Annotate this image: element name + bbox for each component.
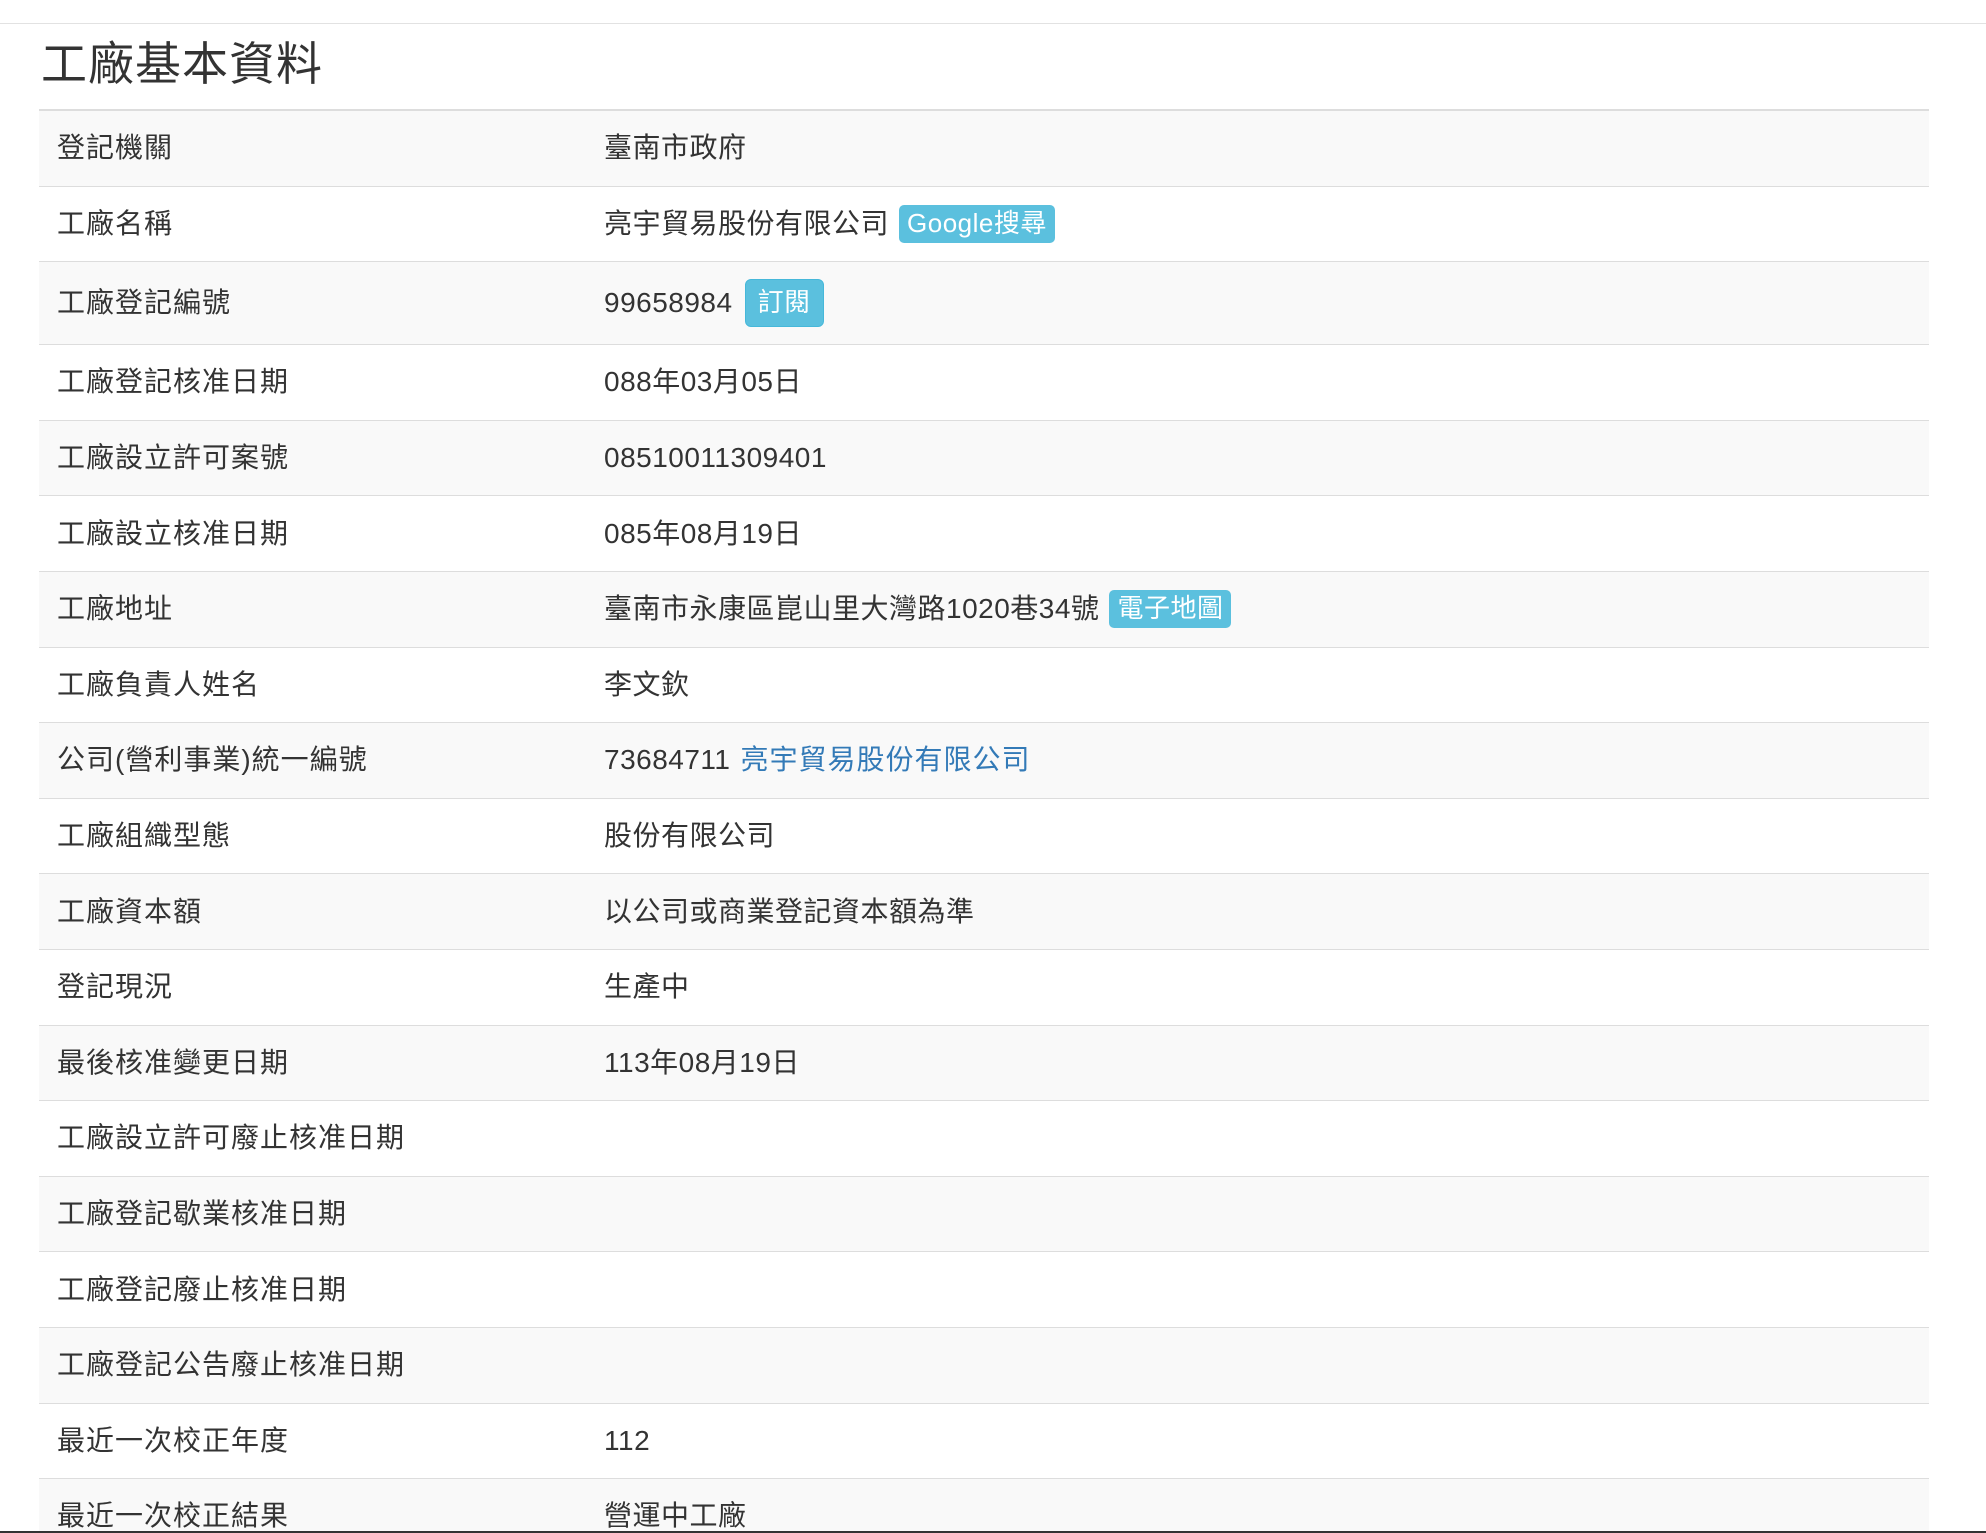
table-row: 最近一次校正結果 營運中工廠: [39, 1479, 1929, 1533]
table-row: 最後核准變更日期 113年08月19日: [39, 1025, 1929, 1102]
last-calibration-result: 營運中工廠: [604, 1500, 747, 1532]
table-row: 工廠負責人姓名 李文欽: [39, 648, 1929, 724]
row-value: 股份有限公司: [567, 819, 1929, 853]
row-label: 工廠設立許可廢止核准日期: [57, 1122, 406, 1154]
row-value: 李文欽: [567, 668, 1929, 702]
table-row: 工廠登記公告廢止核准日期: [39, 1327, 1929, 1404]
row-value: 08510011309401: [567, 441, 1929, 475]
table-row: 工廠名稱 亮宇貿易股份有限公司 Google搜尋: [39, 187, 1929, 263]
subscribe-button[interactable]: 訂閱: [744, 279, 824, 328]
row-value: 臺南市永康區崑山里大灣路1020巷34號 電子地圖: [567, 590, 1929, 629]
business-id-number: 73684711: [604, 744, 731, 776]
row-label: 最後核准變更日期: [57, 1046, 290, 1078]
row-label: 工廠設立核准日期: [57, 517, 290, 549]
capital-amount: 以公司或商業登記資本額為準: [604, 895, 975, 927]
organization-type: 股份有限公司: [604, 820, 776, 852]
table-row: 工廠資本額 以公司或商業登記資本額為準: [39, 874, 1929, 950]
top-divider: [0, 23, 1986, 24]
responsible-person: 李文欽: [604, 668, 690, 700]
registration-authority: 臺南市政府: [604, 132, 747, 164]
row-value: 112: [567, 1424, 1929, 1458]
factory-address: 臺南市永康區崑山里大灣路1020巷34號: [604, 593, 1100, 625]
row-label: 工廠名稱: [57, 207, 174, 239]
company-link[interactable]: 亮宇貿易股份有限公司: [741, 743, 1031, 777]
google-search-badge[interactable]: Google搜尋: [899, 204, 1055, 243]
table-row: 工廠登記編號 99658984 訂閱: [39, 262, 1929, 346]
row-label: 工廠組織型態: [57, 820, 232, 852]
row-label: 工廠負責人姓名: [57, 668, 261, 700]
row-value: 113年08月19日: [567, 1046, 1929, 1080]
registration-status: 生產中: [604, 971, 690, 1003]
row-label: 工廠登記公告廢止核准日期: [57, 1349, 406, 1381]
row-label: 工廠登記核准日期: [57, 366, 290, 398]
table-row: 公司(營利事業)統一編號 73684711 亮宇貿易股份有限公司: [39, 723, 1929, 799]
page: 工廠基本資料 登記機關 臺南市政府 工廠名稱 亮宇貿易股份有限公司 Google…: [0, 0, 1986, 1533]
row-value: 088年03月05日: [567, 365, 1929, 399]
row-value: 73684711 亮宇貿易股份有限公司: [567, 743, 1929, 777]
table-row: 工廠組織型態 股份有限公司: [39, 799, 1929, 875]
row-label: 公司(營利事業)統一編號: [57, 744, 368, 776]
establishment-approval-date: 085年08月19日: [604, 517, 803, 549]
table-row: 工廠設立許可案號 08510011309401: [39, 420, 1929, 497]
factory-registration-number: 99658984: [604, 287, 733, 319]
table-row: 最近一次校正年度 112: [39, 1404, 1929, 1480]
row-label: 最近一次校正年度: [57, 1424, 290, 1456]
last-change-date: 113年08月19日: [604, 1046, 800, 1078]
row-value: 生產中: [567, 970, 1929, 1004]
row-label: 最近一次校正結果: [57, 1500, 290, 1532]
e-map-badge[interactable]: 電子地圖: [1109, 590, 1232, 629]
table-row: 登記現況 生產中: [39, 950, 1929, 1026]
establishment-permit-number: 08510011309401: [604, 442, 827, 474]
last-calibration-year: 112: [604, 1424, 651, 1456]
table-row: 工廠地址 臺南市永康區崑山里大灣路1020巷34號 電子地圖: [39, 571, 1929, 648]
row-value: 以公司或商業登記資本額為準: [567, 895, 1929, 929]
row-value: 99658984 訂閱: [567, 279, 1929, 328]
table-row: 登記機關 臺南市政府: [39, 111, 1929, 187]
row-label: 登記現況: [57, 971, 174, 1003]
page-title: 工廠基本資料: [41, 38, 323, 90]
row-label: 工廠資本額: [57, 895, 203, 927]
factory-info-table: 登記機關 臺南市政府 工廠名稱 亮宇貿易股份有限公司 Google搜尋 工廠登記…: [39, 109, 1929, 1533]
row-value: 085年08月19日: [567, 517, 1929, 551]
table-row: 工廠登記核准日期 088年03月05日: [39, 345, 1929, 421]
row-label: 工廠地址: [57, 593, 174, 625]
table-row: 工廠登記廢止核准日期: [39, 1252, 1929, 1328]
row-value: 營運中工廠: [567, 1499, 1929, 1533]
table-row: 工廠登記歇業核准日期: [39, 1176, 1929, 1253]
registration-approval-date: 088年03月05日: [604, 366, 803, 398]
row-label: 登記機關: [57, 132, 174, 164]
row-label: 工廠設立許可案號: [57, 442, 290, 474]
table-row: 工廠設立核准日期 085年08月19日: [39, 496, 1929, 572]
row-label: 工廠登記編號: [57, 287, 232, 319]
row-value: 亮宇貿易股份有限公司 Google搜尋: [567, 204, 1929, 243]
table-row: 工廠設立許可廢止核准日期: [39, 1101, 1929, 1177]
factory-name: 亮宇貿易股份有限公司: [604, 207, 890, 239]
row-value: 臺南市政府: [567, 131, 1929, 165]
row-label: 工廠登記歇業核准日期: [57, 1198, 348, 1230]
row-label: 工廠登記廢止核准日期: [57, 1273, 348, 1305]
